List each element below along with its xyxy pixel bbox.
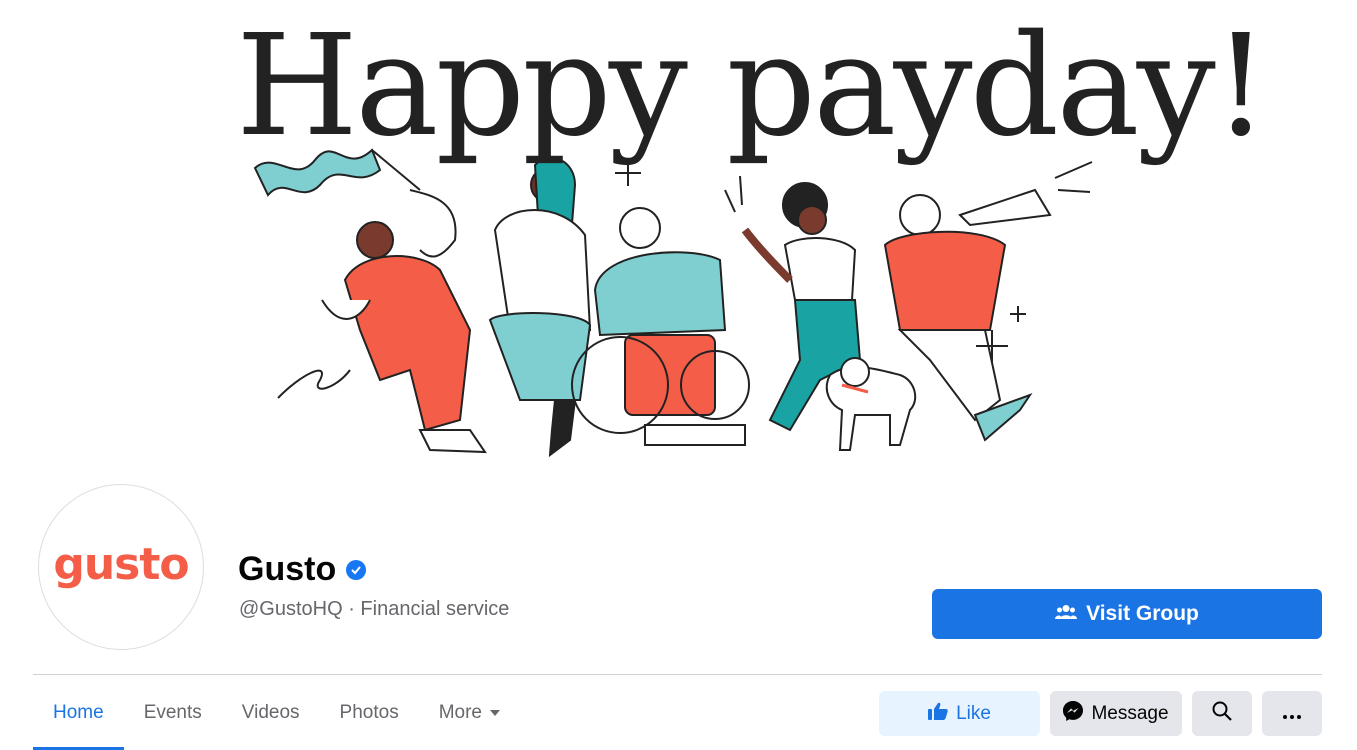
page-subtitle: @GustoHQ · Financial service [239, 598, 510, 620]
header-divider [33, 674, 1322, 675]
tab-home-label: Home [53, 702, 104, 723]
tab-videos[interactable]: Videos [222, 676, 320, 750]
tab-events[interactable]: Events [124, 676, 222, 750]
group-icon [1055, 602, 1078, 626]
message-button[interactable]: Message [1050, 691, 1182, 736]
search-button[interactable] [1192, 691, 1252, 736]
gusto-logo: gusto [53, 538, 189, 590]
like-label: Like [956, 702, 991, 724]
messenger-icon [1063, 700, 1084, 727]
tab-photos[interactable]: Photos [320, 676, 419, 750]
tab-more[interactable]: More [419, 676, 520, 750]
cover-headline: Happy payday! [236, 5, 1269, 168]
like-button[interactable]: Like [879, 691, 1040, 736]
tab-videos-label: Videos [241, 702, 300, 723]
page-name-text: Gusto [238, 550, 337, 588]
cover-photo[interactable]: Happy payday! [0, 0, 1357, 470]
tab-events-label: Events [143, 702, 202, 723]
caret-down-icon [490, 710, 500, 716]
tab-more-label: More [438, 702, 482, 723]
page-avatar[interactable]: gusto [38, 484, 204, 650]
page-title: Gusto [238, 550, 367, 589]
thumbs-up-icon [928, 702, 948, 726]
tab-photos-label: Photos [339, 702, 399, 723]
page-tabs: Home Events Videos Photos More [33, 676, 520, 750]
search-icon [1212, 701, 1232, 727]
visit-group-button[interactable]: Visit Group [932, 589, 1322, 639]
message-label: Message [1091, 702, 1169, 724]
ellipsis-icon [1283, 703, 1301, 725]
tab-home[interactable]: Home [33, 676, 124, 750]
visit-group-label: Visit Group [1086, 602, 1199, 625]
more-options-button[interactable] [1262, 691, 1322, 736]
verified-badge-icon [346, 559, 367, 580]
